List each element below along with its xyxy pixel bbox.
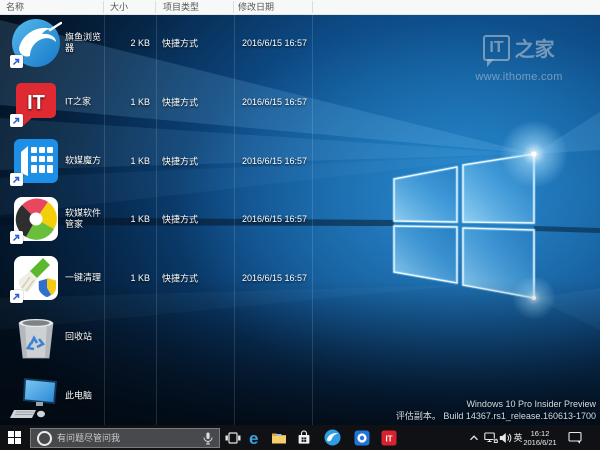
tray-show-hidden-icons-button[interactable]: [466, 425, 482, 450]
svg-text:IT: IT: [385, 434, 392, 443]
header-separator[interactable]: [233, 1, 234, 13]
item-name[interactable]: 一键清理: [65, 273, 105, 284]
windows-start-icon: [8, 431, 21, 444]
item-date: 2016/6/15 16:57: [242, 273, 327, 283]
recycle-bin-icon[interactable]: [10, 311, 62, 363]
desktop-item-soft-manager[interactable]: 软媒软件管家 1 KB 快捷方式 2016/6/15 16:57: [0, 190, 330, 249]
item-size: 1 KB: [104, 97, 150, 107]
network-icon: [484, 432, 498, 444]
item-type: 快捷方式: [162, 154, 232, 167]
search-input[interactable]: [57, 433, 199, 443]
item-size: 1 KB: [104, 156, 150, 166]
desktop-item-qiyu-browser[interactable]: 旗鱼浏览器 2 KB 快捷方式 2016/6/15 16:57: [0, 14, 330, 73]
one-key-clean-icon[interactable]: [10, 252, 62, 304]
item-type: 快捷方式: [162, 37, 232, 50]
clock-date: 2016/6/21: [523, 438, 556, 447]
ruanmei-mofang-icon[interactable]: [10, 135, 62, 187]
action-center-button[interactable]: [565, 425, 585, 450]
file-explorer-icon: [271, 431, 287, 445]
svg-text:IT: IT: [27, 92, 45, 114]
task-view-button[interactable]: [222, 425, 244, 450]
header-separator[interactable]: [103, 1, 104, 13]
taskbar: e: [0, 425, 600, 450]
item-type: 快捷方式: [162, 213, 232, 226]
item-size: 2 KB: [104, 38, 150, 48]
header-date[interactable]: 修改日期: [238, 0, 274, 14]
item-date: 2016/6/15 16:57: [242, 97, 327, 107]
shortcut-arrow-icon: [10, 290, 23, 303]
item-name[interactable]: IT之家: [65, 97, 105, 108]
store-icon: [296, 430, 312, 446]
item-type: 快捷方式: [162, 272, 232, 285]
shortcut-arrow-icon: [10, 231, 23, 244]
svg-text:e: e: [249, 430, 258, 446]
item-date: 2016/6/15 16:57: [242, 38, 327, 48]
insider-build-watermark: Windows 10 Pro Insider Preview 评估副本。 Bui…: [396, 399, 596, 422]
chevron-up-icon: [469, 433, 479, 443]
clock-time: 16:12: [531, 429, 550, 438]
windows-desktop: 名称 大小 项目类型 修改日期 旗鱼浏览器 2 KB 快捷方式 2016/6/1…: [0, 0, 600, 450]
tray-clock[interactable]: 16:12 2016/6/21: [521, 425, 559, 450]
microphone-icon[interactable]: [203, 432, 213, 445]
swordfish-browser-taskbar-button[interactable]: [321, 425, 343, 450]
start-button[interactable]: [0, 425, 28, 450]
store-button[interactable]: [293, 425, 315, 450]
shortcut-arrow-icon: [10, 114, 23, 127]
shortcut-arrow-icon: [10, 55, 23, 68]
item-size: 1 KB: [104, 214, 150, 224]
task-view-icon: [225, 430, 241, 446]
ruanmei-manager-icon[interactable]: [10, 193, 62, 245]
ruanmei-app-taskbar-button[interactable]: [351, 425, 373, 450]
ithome-logo-icon: IT: [483, 35, 509, 61]
header-name[interactable]: 名称: [6, 0, 24, 14]
tray-network-button[interactable]: [482, 425, 499, 450]
ithome-taskbar-button[interactable]: IT: [378, 425, 400, 450]
build-line1: Windows 10 Pro Insider Preview: [396, 399, 596, 411]
shortcut-arrow-icon: [10, 173, 23, 186]
ithome-app-icon[interactable]: IT: [10, 76, 62, 128]
header-type[interactable]: 项目类型: [163, 0, 199, 14]
edge-button[interactable]: e: [244, 425, 266, 450]
desktop-item-recycle-bin[interactable]: 回收站: [0, 308, 330, 367]
item-name[interactable]: 旗鱼浏览器: [65, 32, 105, 54]
item-size: 1 KB: [104, 273, 150, 283]
ithome-taskbar-icon: IT: [381, 430, 397, 446]
build-line2: 评估副本。 Build 14367.rs1_release.160613-170…: [396, 411, 596, 423]
watermark-home-text: 之家: [515, 33, 555, 62]
ithome-watermark: IT 之家 www.ithome.com: [464, 33, 574, 83]
item-name[interactable]: 回收站: [65, 331, 105, 342]
edge-icon: e: [247, 430, 263, 446]
cortana-icon: [37, 431, 52, 446]
item-name[interactable]: 此电脑: [65, 390, 105, 401]
swordfish-browser-taskbar-icon: [324, 429, 341, 446]
header-separator[interactable]: [312, 1, 313, 13]
swordfish-browser-icon[interactable]: [10, 17, 62, 69]
item-type: 快捷方式: [162, 96, 232, 109]
item-name[interactable]: 软媒魔方: [65, 155, 105, 166]
item-date: 2016/6/15 16:57: [242, 214, 327, 224]
this-pc-icon[interactable]: [10, 370, 62, 422]
desktop-item-one-key-clean[interactable]: 一键清理 1 KB 快捷方式 2016/6/15 16:57: [0, 249, 330, 308]
desktop-item-mofang[interactable]: 软媒魔方 1 KB 快捷方式 2016/6/15 16:57: [0, 131, 330, 190]
desktop-item-this-pc[interactable]: 此电脑: [0, 366, 330, 425]
action-center-icon: [568, 431, 582, 444]
item-name[interactable]: 软媒软件管家: [65, 208, 105, 230]
details-view-header: 名称 大小 项目类型 修改日期: [0, 0, 600, 15]
desktop-item-ithome[interactable]: IT IT之家 1 KB 快捷方式 2016/6/15 16:57: [0, 73, 330, 132]
item-date: 2016/6/15 16:57: [242, 156, 327, 166]
cortana-search-box[interactable]: [30, 428, 220, 448]
header-size[interactable]: 大小: [110, 0, 128, 14]
watermark-url: www.ithome.com: [464, 71, 574, 83]
file-explorer-button[interactable]: [268, 425, 290, 450]
ruanmei-app-taskbar-icon: [354, 430, 370, 446]
header-separator[interactable]: [155, 1, 156, 13]
